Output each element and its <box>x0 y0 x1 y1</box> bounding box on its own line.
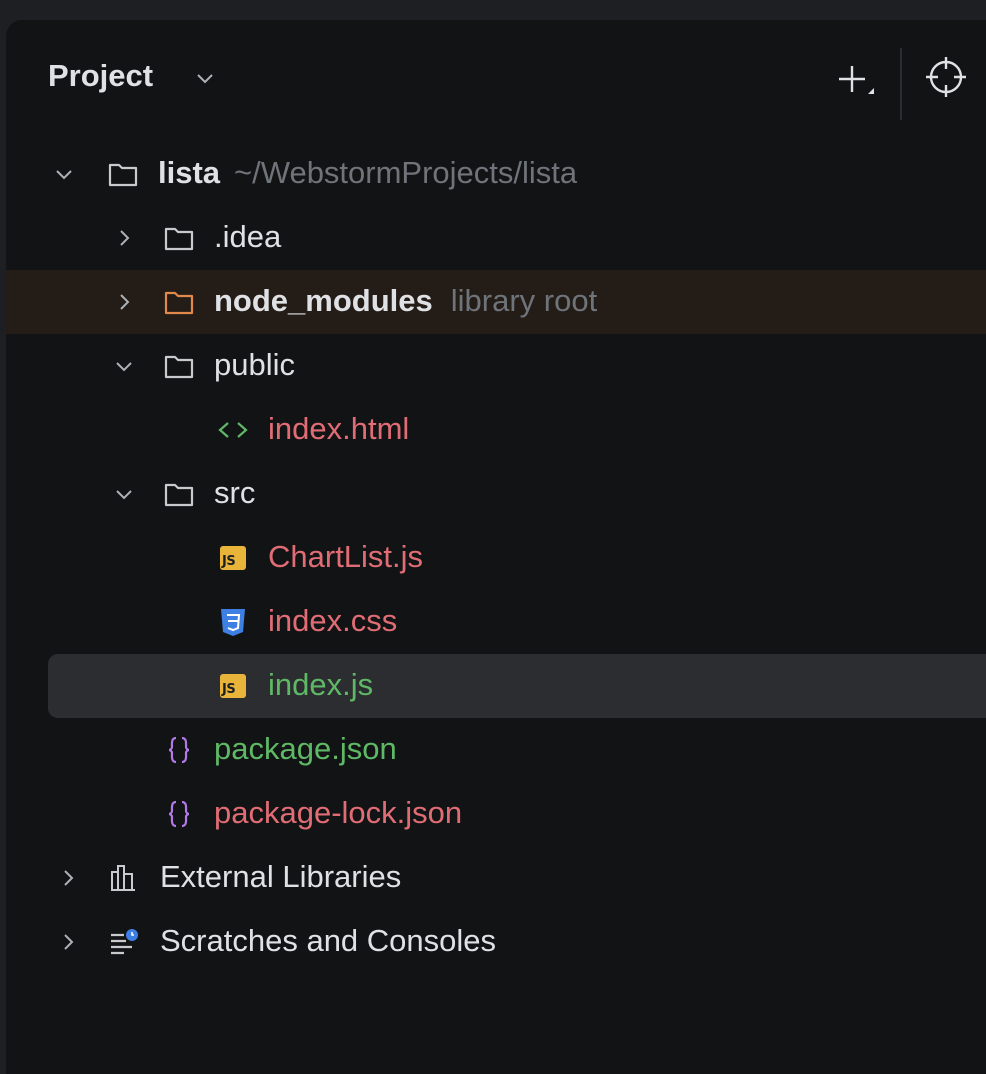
js-icon: JS <box>220 674 246 698</box>
scratches-icon <box>111 929 138 955</box>
panel-title[interactable]: Project <box>48 56 153 96</box>
folder-icon <box>164 227 194 251</box>
project-tool-window: Project lista ~/WebstormProjects/lista .… <box>6 20 986 1074</box>
js-icon: JS <box>220 546 246 570</box>
library-folder-icon <box>164 291 194 315</box>
tree-row-index-js[interactable]: JS index.js <box>48 654 986 718</box>
tree-row-package-lock-json[interactable]: package-lock.json <box>6 782 986 846</box>
window-frame: Project lista ~/WebstormProjects/lista .… <box>0 0 986 1074</box>
chevron-down-icon[interactable] <box>52 162 76 186</box>
tree-row-root[interactable]: lista ~/WebstormProjects/lista <box>6 142 986 206</box>
library-root-hint: library root <box>450 283 598 318</box>
header-divider <box>900 48 902 120</box>
tree-item-label: package.json <box>214 731 397 766</box>
chevron-down-icon[interactable] <box>112 354 136 378</box>
folder-icon <box>164 483 194 507</box>
root-folder-name: lista <box>158 155 221 190</box>
root-path-hint: ~/WebstormProjects/lista <box>234 155 578 190</box>
css-icon <box>221 609 245 636</box>
tree-item-label: index.css <box>268 603 398 638</box>
tree-item-label: node_modules <box>214 283 433 318</box>
tree-row-index-css[interactable]: index.css <box>6 590 986 654</box>
tree-item-label: index.html <box>268 411 410 446</box>
json-icon <box>168 800 190 828</box>
tree-row-package-json[interactable]: package.json <box>6 718 986 782</box>
json-icon <box>168 736 190 764</box>
tree-row-external-libraries[interactable]: External Libraries <box>6 846 986 910</box>
tree-item-label: ChartList.js <box>268 539 424 574</box>
tree-item-label: Scratches and Consoles <box>160 923 497 958</box>
chevron-right-icon[interactable] <box>56 930 80 954</box>
tree-row-public[interactable]: public <box>6 334 986 398</box>
chevron-right-icon[interactable] <box>112 290 136 314</box>
tree-item-label: External Libraries <box>160 859 402 894</box>
crosshair-target-icon[interactable] <box>921 52 971 102</box>
folder-icon <box>164 355 194 379</box>
folder-icon <box>108 163 138 187</box>
html-icon <box>218 422 248 438</box>
plus-icon[interactable] <box>832 58 876 102</box>
tree-item-label: .idea <box>214 219 282 254</box>
project-panel-header: Project <box>6 20 986 130</box>
chevron-down-icon[interactable] <box>193 66 217 90</box>
tree-item-label: package-lock.json <box>214 795 463 830</box>
libraries-icon <box>111 865 135 891</box>
chevron-down-icon[interactable] <box>112 482 136 506</box>
tree-row-node-modules[interactable]: node_modules library root <box>6 270 986 334</box>
chevron-right-icon[interactable] <box>112 226 136 250</box>
tree-item-label: public <box>214 347 295 382</box>
tree-row-index-html[interactable]: index.html <box>6 398 986 462</box>
tree-item-label: src <box>214 475 256 510</box>
tree-row-scratches-consoles[interactable]: Scratches and Consoles <box>6 910 986 974</box>
tree-row-src[interactable]: src <box>6 462 986 526</box>
tree-row-chartlist-js[interactable]: JS ChartList.js <box>6 526 986 590</box>
chevron-right-icon[interactable] <box>56 866 80 890</box>
tree-item-label: index.js <box>268 667 374 702</box>
tree-row-idea[interactable]: .idea <box>6 206 986 270</box>
